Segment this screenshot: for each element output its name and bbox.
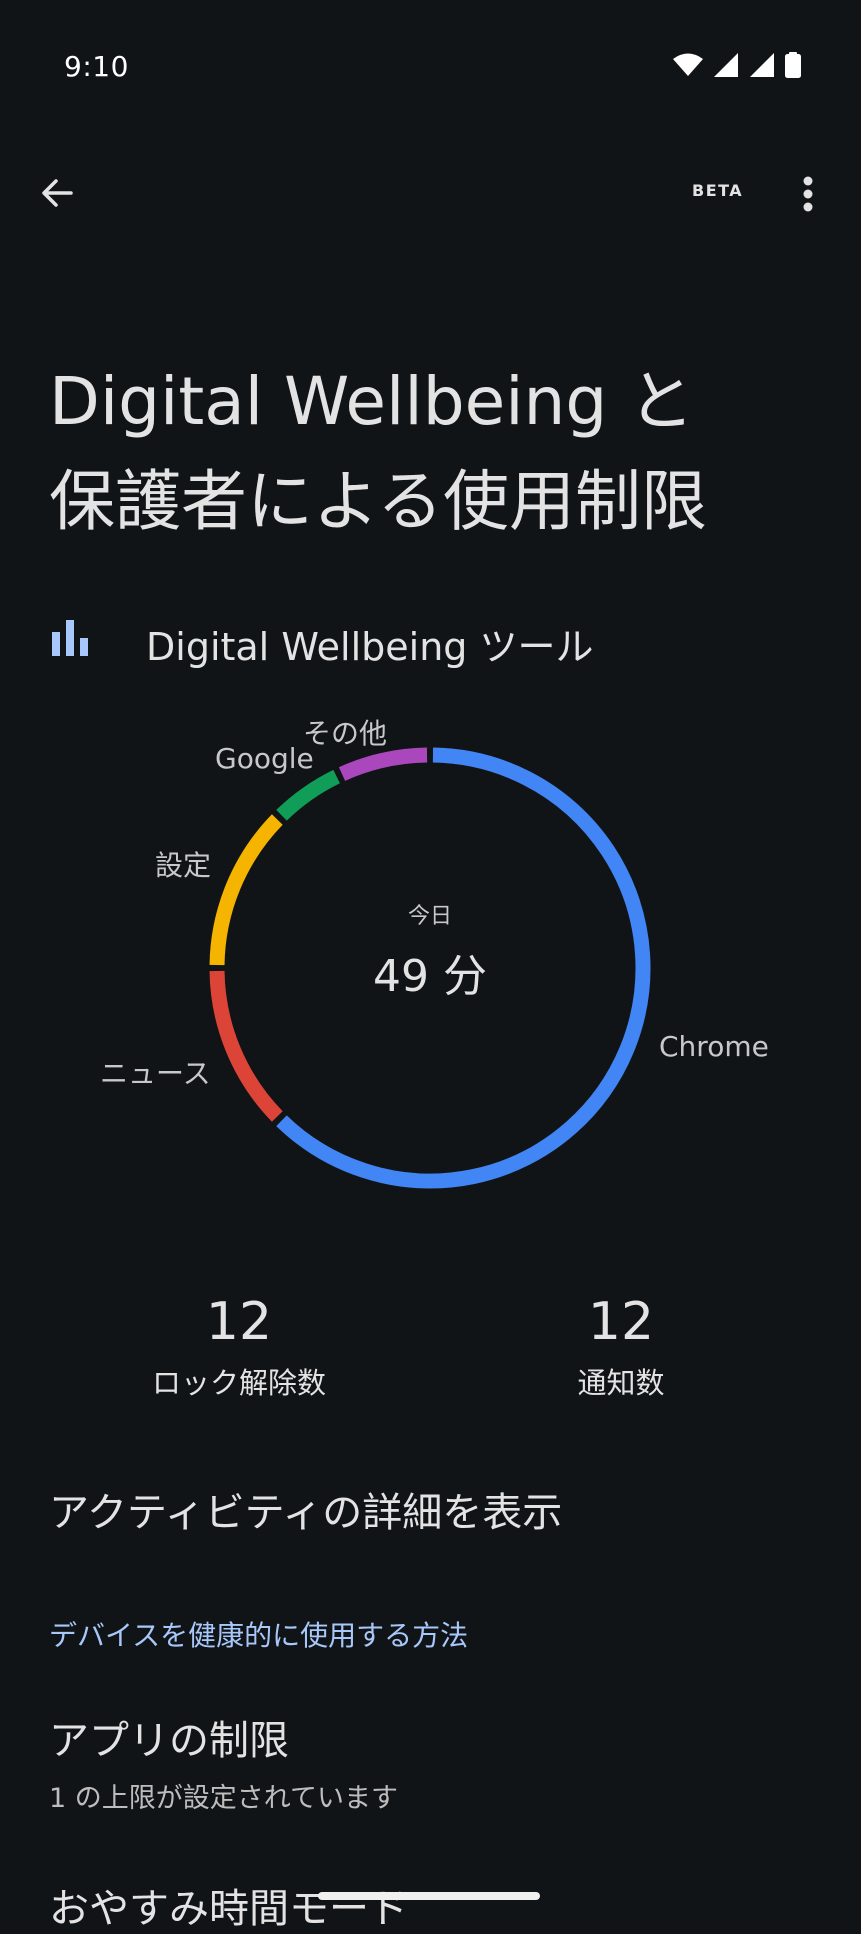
app-limits-title: アプリの制限 (49, 1718, 289, 1764)
page-title-line-2: 保護者による使用制限 (49, 463, 708, 540)
wellbeing-tools-label: Digital Wellbeing ツール (146, 625, 594, 669)
donut-segment-other (338, 747, 428, 781)
wellbeing-tools-row[interactable]: Digital Wellbeing ツール (0, 610, 861, 670)
battery-icon (785, 52, 801, 78)
chart-center-value: 49 分 (373, 951, 487, 1002)
page-title: Digital Wellbeing と 保護者による使用制限 (49, 352, 829, 552)
section-header-healthy-use: デバイスを健康的に使用する方法 (49, 1619, 469, 1652)
usage-chart[interactable]: その他 Google 設定 ニュース Chrome 今日 49 分 (0, 700, 861, 1220)
notifications-count: 12 (587, 1292, 655, 1352)
app-limits-subtitle: 1 の上限が設定されています (49, 1783, 398, 1814)
status-time: 9:10 (64, 50, 129, 83)
unlocks-stat: 12 ロック解除数 (89, 1290, 389, 1402)
chart-label-other: その他 (303, 717, 388, 750)
chart-label-chrome: Chrome (659, 1030, 769, 1063)
gesture-nav-bar[interactable] (318, 1892, 540, 1900)
donut-segment-settings (209, 814, 283, 966)
app-bar: BETA (0, 150, 861, 240)
signal-icon-2 (750, 53, 774, 77)
unlocks-count: 12 (205, 1292, 273, 1352)
notifications-stat: 12 通知数 (471, 1290, 771, 1402)
show-activity-details[interactable]: アクティビティの詳細を表示 (49, 1480, 562, 1538)
status-icons (673, 52, 801, 78)
app-limits-item[interactable]: アプリの制限 1 の上限が設定されています (49, 1708, 398, 1815)
more-vert-icon (803, 176, 813, 212)
chart-label-google: Google (215, 742, 314, 775)
donut-segment-google (276, 769, 341, 821)
wifi-icon (673, 53, 703, 76)
more-options-button[interactable] (780, 166, 836, 222)
bedtime-mode-item[interactable]: おやすみ時間モード (49, 1876, 409, 1934)
unlocks-label: ロック解除数 (151, 1366, 326, 1400)
chart-label-settings: 設定 (155, 849, 212, 882)
donut-segment-news (209, 970, 283, 1122)
chart-label-news: ニュース (100, 1057, 211, 1090)
chart-center-caption: 今日 (407, 904, 452, 929)
status-bar: 9:10 (0, 0, 861, 120)
page-title-line-1: Digital Wellbeing と (49, 363, 695, 440)
beta-badge: BETA (692, 181, 744, 200)
arrow-back-icon (42, 179, 73, 207)
back-button[interactable] (30, 166, 84, 220)
bar-chart-icon (52, 620, 88, 656)
bedtime-mode-title: おやすみ時間モード (49, 1886, 409, 1932)
notifications-label: 通知数 (577, 1366, 665, 1400)
signal-icon (714, 53, 738, 77)
usage-stats: 12 ロック解除数 12 通知数 (0, 1290, 861, 1420)
